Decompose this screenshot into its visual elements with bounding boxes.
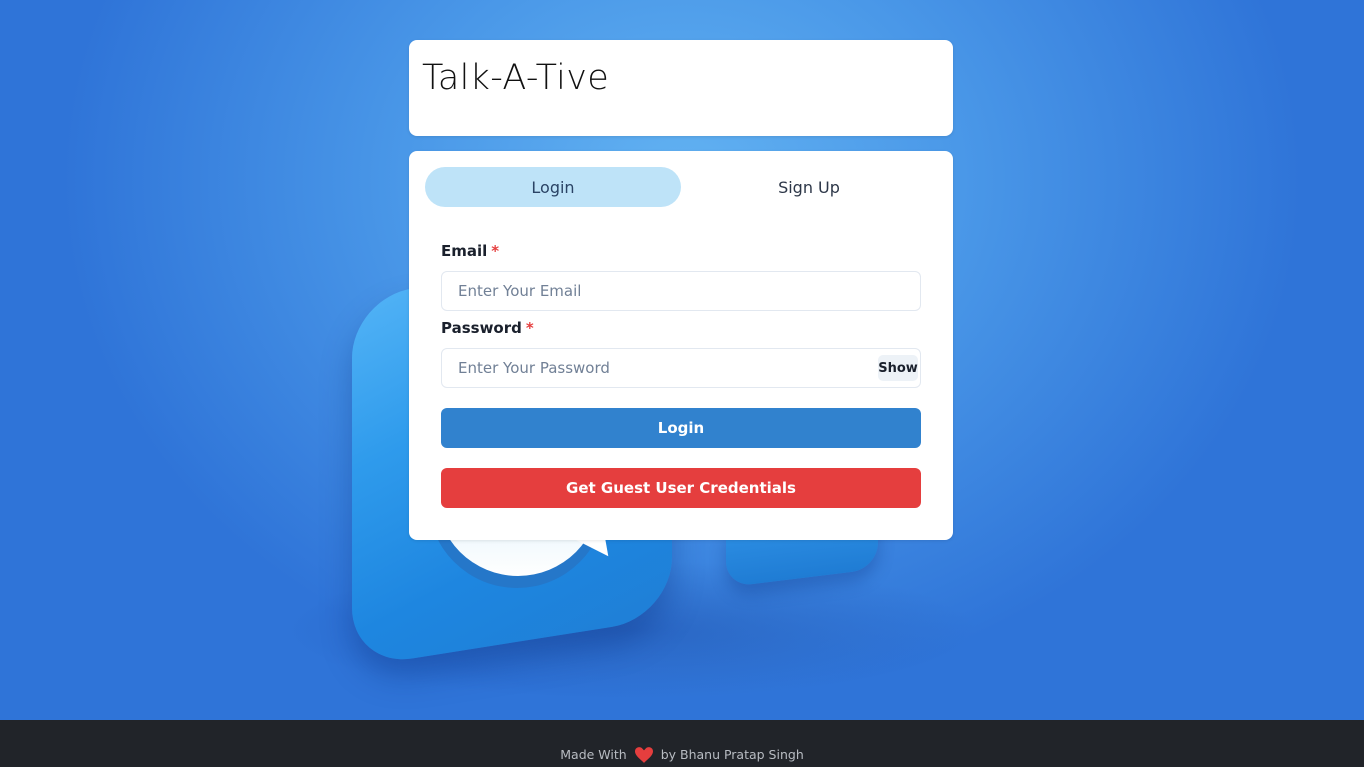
app-title: Talk-A-Tive: [422, 58, 610, 98]
required-marker: *: [491, 242, 500, 260]
password-label-text: Password: [441, 319, 522, 337]
footer-suffix: by Bhanu Pratap Singh: [660, 746, 804, 762]
email-field[interactable]: [442, 272, 920, 310]
email-field-wrapper: [441, 271, 921, 311]
footer: Made With by Bhanu Pratap Singh: [0, 720, 1364, 767]
password-field-wrapper: Show: [441, 348, 921, 388]
show-password-button[interactable]: Show: [878, 355, 918, 381]
password-field[interactable]: [442, 349, 920, 387]
login-button[interactable]: Login: [441, 408, 921, 448]
required-marker: *: [525, 319, 534, 337]
title-card: Talk-A-Tive: [409, 40, 953, 136]
heart-icon: [634, 747, 653, 763]
password-label: Password *: [441, 319, 534, 337]
tab-sign-up[interactable]: Sign Up: [681, 167, 937, 207]
auth-card: Login Sign Up Email* Password* Show Logi…: [409, 151, 953, 540]
email-label-text: Email: [441, 242, 488, 260]
footer-prefix: Made With: [560, 746, 627, 762]
email-label: Email *: [441, 242, 499, 260]
tab-login[interactable]: Login: [425, 167, 681, 207]
guest-credentials-button[interactable]: Get Guest User Credentials: [441, 468, 921, 508]
